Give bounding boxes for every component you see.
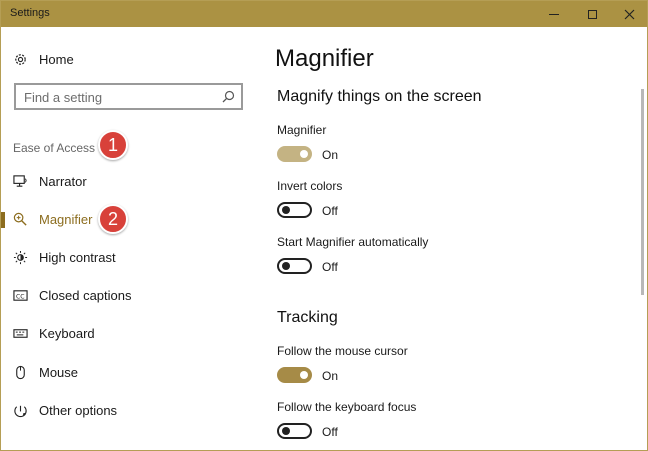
maximize-button[interactable] <box>574 1 610 27</box>
page-title: Magnifier <box>275 45 374 72</box>
high-contrast-icon <box>12 249 28 265</box>
sidebar-item-label: Mouse <box>39 364 79 380</box>
magnifier-toggle[interactable] <box>277 146 312 162</box>
toggle-knob <box>282 262 290 270</box>
close-icon <box>624 9 634 19</box>
other-options-icon <box>12 402 28 418</box>
toggle-knob <box>300 371 308 379</box>
invert-colors-state: Off <box>322 204 338 218</box>
sidebar-item-other-options[interactable]: Other options <box>1 395 251 425</box>
follow-keyboard-label: Follow the keyboard focus <box>277 400 417 414</box>
minimize-icon <box>549 13 559 15</box>
closed-captions-icon: CC <box>12 287 28 303</box>
toggle-knob <box>300 150 308 158</box>
window-title: Settings <box>10 7 50 19</box>
narrator-icon <box>12 173 28 189</box>
sidebar-item-narrator[interactable]: Narrator <box>1 166 251 196</box>
follow-keyboard-state: Off <box>322 425 338 439</box>
title-bar: Settings <box>1 1 647 27</box>
sidebar-item-label: Other options <box>39 402 118 418</box>
category-heading: Ease of Access <box>13 141 96 155</box>
close-button[interactable] <box>611 1 647 27</box>
mouse-icon <box>12 364 28 380</box>
main-content: Magnifier Magnify things on the screen M… <box>259 27 635 451</box>
minimize-button[interactable] <box>536 1 572 27</box>
sidebar-item-closed-captions[interactable]: CC Closed captions <box>1 280 251 310</box>
sidebar-item-keyboard[interactable]: Keyboard <box>1 318 251 348</box>
sidebar: Home Find a setting Ease of Access Narra… <box>1 27 259 451</box>
invert-colors-toggle[interactable] <box>277 202 312 218</box>
keyboard-icon <box>12 325 28 341</box>
follow-mouse-toggle[interactable] <box>277 367 312 383</box>
maximize-icon <box>587 9 597 19</box>
magnifier-state: On <box>322 148 339 162</box>
svg-text:CC: CC <box>16 293 25 300</box>
section-heading-magnify: Magnify things on the screen <box>277 88 482 105</box>
annotation-badge-1: 1 <box>98 130 128 160</box>
selection-indicator <box>1 212 5 228</box>
search-input[interactable]: Find a setting <box>14 83 243 110</box>
settings-window: Settings Home Find a setting Ease of Acc… <box>0 0 648 451</box>
magnifier-label: Magnifier <box>277 123 327 137</box>
toggle-knob <box>282 427 290 435</box>
sidebar-item-high-contrast[interactable]: High contrast <box>1 242 251 272</box>
section-heading-tracking: Tracking <box>277 309 338 326</box>
sidebar-item-label: Closed captions <box>39 287 132 303</box>
sidebar-item-label: Narrator <box>39 173 87 189</box>
magnifier-icon <box>12 211 28 227</box>
invert-colors-label: Invert colors <box>277 179 343 193</box>
follow-mouse-state: On <box>322 369 339 383</box>
follow-keyboard-toggle[interactable] <box>277 423 312 439</box>
toggle-knob <box>282 206 290 214</box>
start-automatically-label: Start Magnifier automatically <box>277 235 429 249</box>
follow-mouse-label: Follow the mouse cursor <box>277 344 408 358</box>
annotation-badge-2: 2 <box>98 204 128 234</box>
search-placeholder: Find a setting <box>24 90 103 105</box>
sidebar-item-label: Keyboard <box>39 325 95 341</box>
start-automatically-state: Off <box>322 260 338 274</box>
gear-icon <box>12 51 28 67</box>
sidebar-item-home[interactable]: Home <box>1 44 251 74</box>
start-automatically-toggle[interactable] <box>277 258 312 274</box>
sidebar-item-mouse[interactable]: Mouse <box>1 357 251 387</box>
scrollbar[interactable] <box>641 89 644 295</box>
search-icon <box>222 90 235 103</box>
sidebar-item-label: Magnifier <box>39 211 93 227</box>
sidebar-item-label: Home <box>39 51 74 67</box>
sidebar-item-label: High contrast <box>39 249 116 265</box>
